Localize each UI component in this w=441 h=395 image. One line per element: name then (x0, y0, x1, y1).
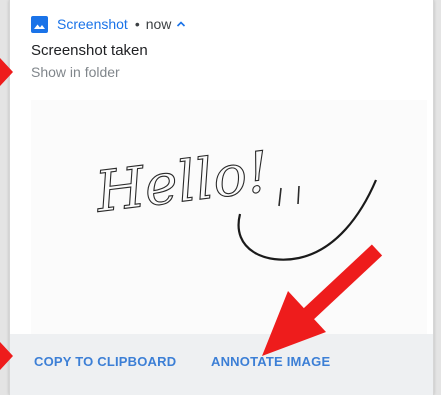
image-icon (31, 15, 48, 33)
header-separator: • (134, 16, 140, 32)
handwritten-hello: Hello! (91, 140, 273, 226)
notification-title: Screenshot taken (31, 42, 148, 59)
app-name: Screenshot (57, 16, 128, 32)
notification-header: Screenshot • now (31, 13, 186, 35)
handwriting-drawing: Hello! (91, 139, 378, 261)
copy-to-clipboard-button[interactable]: COPY TO CLIPBOARD (34, 354, 176, 369)
chevron-up-icon[interactable] (176, 20, 186, 28)
screenshot-notification[interactable]: Screenshot • now Screenshot taken Show i… (9, 0, 434, 395)
annotate-image-button[interactable]: ANNOTATE IMAGE (211, 354, 330, 369)
screenshot-preview[interactable]: Hello! (31, 100, 427, 338)
notification-time: now (145, 16, 172, 32)
show-in-folder-link[interactable]: Show in folder (31, 64, 120, 80)
notification-actions: COPY TO CLIPBOARD ANNOTATE IMAGE (10, 334, 433, 395)
